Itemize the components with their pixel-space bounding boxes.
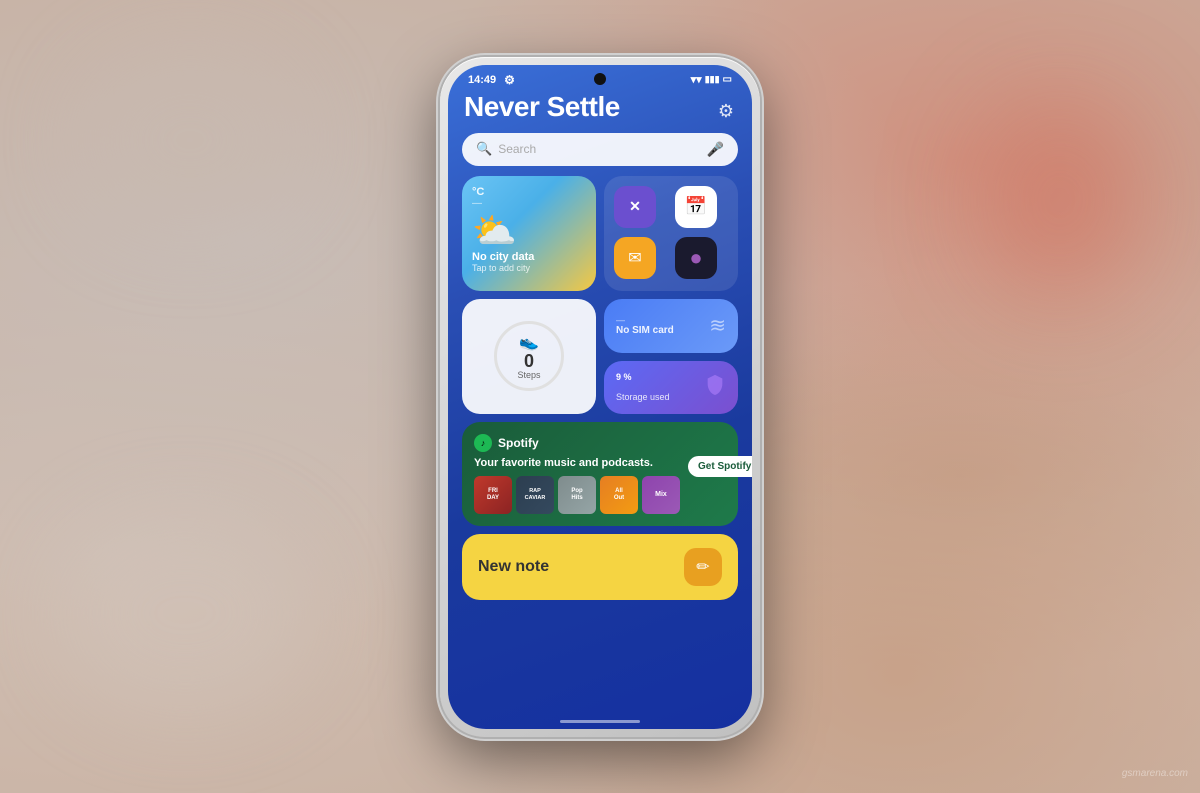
front-camera (594, 73, 606, 85)
spotify-text-col: Your favorite music and podcasts. FRIDAY… (474, 456, 680, 514)
status-right: ▾▾ ▮▮▮ ▭ (691, 73, 732, 86)
storage-left: 9 % Storage used (616, 372, 670, 401)
search-left: 🔍 Search (476, 141, 536, 157)
wifi-icon: ▾▾ (691, 73, 702, 86)
steps-icon: 👟 (519, 332, 539, 352)
spotify-widget[interactable]: ♪ Spotify Your favorite music and podcas… (462, 422, 738, 526)
phone-screen: 14:49 ⚙ ▾▾ ▮▮▮ ▭ ⚙ Never Settle (448, 65, 752, 729)
search-icon: 🔍 (476, 141, 492, 157)
spotify-cta-button[interactable]: Get Spotify free (688, 456, 752, 477)
weather-icon: ⛅ (472, 213, 586, 249)
phone-container: 14:49 ⚙ ▾▾ ▮▮▮ ▭ ⚙ Never Settle (440, 57, 760, 737)
widget-grid-row1: °C — ⛅ No city data Tap to add city ✕ 📅 (462, 176, 738, 291)
apps-widget[interactable]: ✕ 📅 ✉ ● (604, 176, 738, 291)
storage-icon (704, 373, 726, 401)
album-3: PopHits (558, 476, 596, 514)
settings-icon[interactable]: ⚙ (718, 101, 734, 122)
weather-city: No city data (472, 251, 586, 263)
note-edit-button[interactable]: ✏ (684, 548, 722, 586)
screen-content: Never Settle 🔍 Search 🎤 °C — (448, 91, 752, 600)
album-5: Mix (642, 476, 680, 514)
steps-widget[interactable]: 👟 0 Steps (462, 299, 596, 414)
sim-text: No SIM card (616, 325, 674, 336)
album-4: AllOut (600, 476, 638, 514)
steps-count: 0 (524, 352, 534, 370)
spotify-body: Your favorite music and podcasts. FRIDAY… (474, 456, 726, 514)
sim-left: — No SIM card (616, 315, 674, 336)
gmail-app-icon[interactable]: ✉ (614, 237, 656, 279)
new-note-label: New note (478, 558, 549, 576)
spotify-header: ♪ Spotify (474, 434, 726, 452)
phone-frame: 14:49 ⚙ ▾▾ ▮▮▮ ▭ ⚙ Never Settle (440, 57, 760, 737)
status-settings-icon: ⚙ (504, 73, 515, 87)
camera-app-icon[interactable]: ● (675, 237, 717, 279)
storage-label: Storage used (616, 392, 670, 402)
search-placeholder: Search (498, 142, 536, 156)
spotify-name: Spotify (498, 436, 539, 450)
search-bar[interactable]: 🔍 Search 🎤 (462, 133, 738, 166)
calendar-app-icon[interactable]: 📅 (675, 186, 717, 228)
widget-grid-row2: 👟 0 Steps — No SIM card (462, 299, 738, 414)
edit-icon: ✏ (696, 557, 709, 577)
calculator-app-icon[interactable]: ✕ (614, 186, 656, 228)
album-1: FRIDAY (474, 476, 512, 514)
storage-percent-symbol: % (621, 372, 632, 382)
right-col-widgets: — No SIM card ≋ 9 % (604, 299, 738, 414)
spotify-tagline: Your favorite music and podcasts. (474, 456, 680, 470)
weather-tap-text: Tap to add city (472, 263, 586, 273)
storage-widget[interactable]: 9 % Storage used (604, 361, 738, 414)
page-title: Never Settle (462, 91, 738, 123)
status-left: 14:49 ⚙ (468, 73, 515, 87)
spotify-albums: FRIDAY RAPCAVIAR PopHits AllOut Mix (474, 476, 680, 514)
battery-icon: ▭ (723, 74, 732, 85)
steps-circle: 👟 0 Steps (494, 321, 564, 391)
time-display: 14:49 (468, 74, 496, 86)
weather-dash: — (472, 198, 586, 209)
weather-unit: °C (472, 186, 586, 198)
album-2: RAPCAVIAR (516, 476, 554, 514)
sim-widget[interactable]: — No SIM card ≋ (604, 299, 738, 353)
spotify-logo: ♪ (474, 434, 492, 452)
home-indicator[interactable] (560, 720, 640, 723)
new-note-widget[interactable]: New note ✏ (462, 534, 738, 600)
mic-icon[interactable]: 🎤 (707, 141, 724, 158)
weather-widget[interactable]: °C — ⛅ No city data Tap to add city (462, 176, 596, 291)
steps-label: Steps (517, 370, 540, 380)
signal-bars-icon: ≋ (709, 313, 726, 338)
signal-icon: ▮▮▮ (705, 74, 720, 85)
storage-percent: 9 % (616, 372, 670, 391)
sim-dash: — (616, 315, 674, 325)
watermark: gsmarena.com (1122, 768, 1188, 779)
